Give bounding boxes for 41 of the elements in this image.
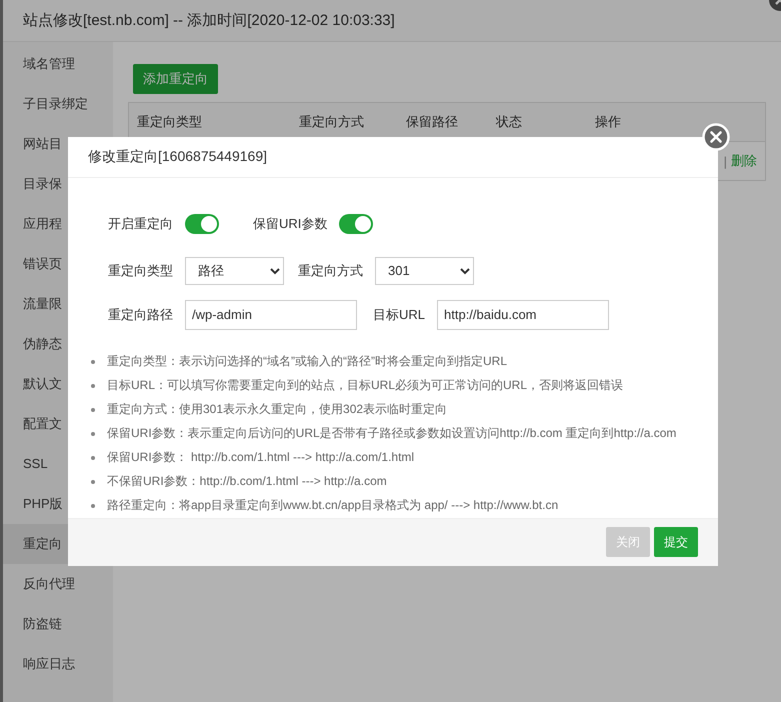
- field-label: 重定向路径: [108, 306, 173, 324]
- note-text: 重定向方式：使用301表示永久重定向，使用302表示临时重定向: [107, 401, 448, 418]
- field-label: 开启重定向: [108, 214, 173, 233]
- bullet-icon: [91, 432, 95, 436]
- column-header: 保留路径: [406, 113, 459, 131]
- note-text: 保留URI参数：表示重定向后访问的URL是否带有子路径或参数如设置访问http://b.com 重定向到http://a.com: [107, 425, 676, 442]
- note-text: 路径重定向：将app目录重定向到www.bt.cn/app目录格式为 app/ ---> http://www.bt.cn: [107, 497, 558, 514]
- sidebar-item[interactable]: 防盗链: [3, 604, 113, 644]
- submit-button[interactable]: 提交: [654, 527, 698, 558]
- note-text: 目标URL：可以填写你需要重定向到的站点，目标URL必须为可正常访问的URL，否则将返回错误: [107, 377, 624, 394]
- column-header: 重定向类型: [137, 113, 203, 131]
- bullet-icon: [91, 504, 95, 508]
- field-label: 保留URI参数: [253, 214, 328, 233]
- sidebar-item[interactable]: 响应日志: [3, 644, 113, 684]
- note-text: 不保留URI参数：http://b.com/1.html ---> http://a.com: [107, 473, 387, 490]
- note-text: 保留URI参数： http://b.com/1.html ---> http://a.com/1.html: [107, 449, 414, 466]
- column-header: 状态: [496, 113, 523, 131]
- toggle-switch[interactable]: [339, 214, 374, 234]
- field-label: 重定向方式: [298, 262, 363, 280]
- input-field[interactable]: http://baidu.com: [437, 300, 610, 330]
- bullet-icon: [91, 408, 95, 412]
- separator-text: |: [724, 154, 727, 168]
- close-icon[interactable]: [702, 123, 730, 151]
- sidebar-item[interactable]: 子目录绑定: [3, 84, 113, 124]
- dropdown[interactable]: 301: [375, 256, 474, 285]
- sidebar-item[interactable]: 反向代理: [3, 564, 113, 604]
- input-field[interactable]: /wp-admin: [185, 300, 357, 330]
- column-header: 操作: [595, 113, 622, 131]
- window-title: 站点修改[test.nb.com] -- 添加时间[2020-12-02 10:03:33]: [23, 11, 395, 30]
- field-label: 目标URL: [373, 306, 426, 324]
- dropdown[interactable]: 路径: [185, 256, 284, 285]
- toggle-switch[interactable]: [185, 214, 219, 234]
- bullet-icon: [91, 360, 95, 364]
- sidebar-item[interactable]: 域名管理: [3, 44, 113, 84]
- bullet-icon: [91, 480, 95, 484]
- note-text: 重定向类型：表示访问选择的“域名”或输入的“路径”时将会重定向到指定URL: [107, 353, 507, 370]
- field-label: 重定向类型: [108, 262, 173, 280]
- bullet-icon: [91, 456, 95, 460]
- dialog-title: 修改重定向[1606875449169]: [88, 148, 267, 166]
- bullet-icon: [91, 384, 95, 388]
- column-header: 重定向方式: [299, 113, 365, 131]
